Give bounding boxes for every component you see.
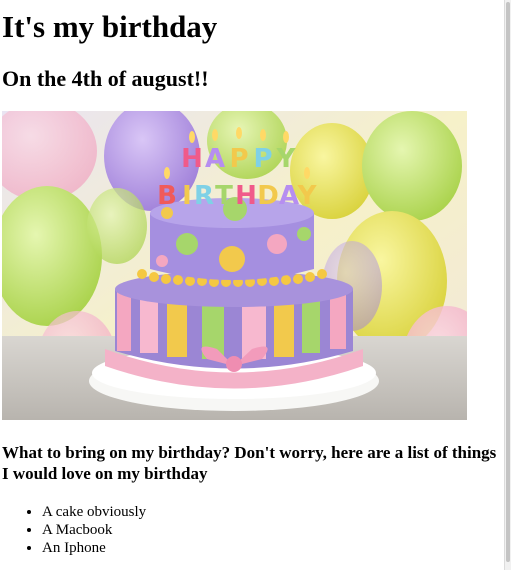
scrollbar-thumb[interactable] xyxy=(506,2,510,562)
svg-text:H: H xyxy=(181,144,203,174)
svg-text:Y: Y xyxy=(276,144,297,174)
svg-text:H: H xyxy=(235,181,257,211)
svg-text:T: T xyxy=(215,181,233,211)
svg-text:D: D xyxy=(257,181,279,211)
svg-text:I: I xyxy=(182,181,192,211)
list-item: A cake obviously xyxy=(42,503,146,521)
list-item: A Macbook xyxy=(42,521,146,539)
vertical-scrollbar[interactable] xyxy=(504,0,511,570)
svg-text:A: A xyxy=(279,181,299,211)
svg-text:A: A xyxy=(205,144,225,174)
page-subtitle: On the 4th of august!! xyxy=(2,66,209,91)
wishlist-intro: What to bring on my birthday? Don't worr… xyxy=(2,443,497,483)
svg-text:P: P xyxy=(253,144,272,174)
svg-text:R: R xyxy=(194,181,214,211)
birthday-cake-photo-icon: B I R T H D A Y H A P P Y xyxy=(2,111,467,420)
list-item: An Iphone xyxy=(42,539,146,557)
wishlist: A cake obviously A Macbook An Iphone xyxy=(2,503,146,557)
birthday-cake-image: B I R T H D A Y H A P P Y xyxy=(2,111,467,420)
svg-text:P: P xyxy=(229,144,248,174)
svg-text:Y: Y xyxy=(297,181,318,211)
svg-text:B: B xyxy=(157,181,177,211)
page-title: It's my birthday xyxy=(2,9,218,44)
